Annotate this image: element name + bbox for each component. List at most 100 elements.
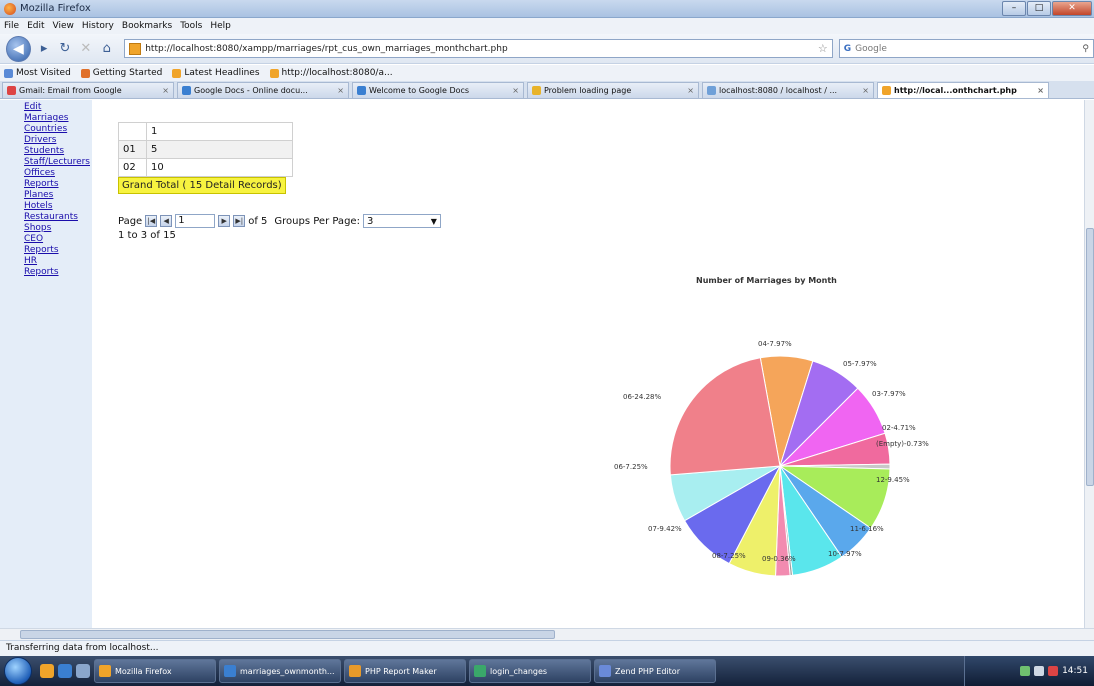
- menu-edit[interactable]: Edit: [27, 21, 44, 31]
- scroll-thumb[interactable]: [1086, 228, 1094, 486]
- sidebar-link-planes[interactable]: Planes: [24, 190, 92, 201]
- search-icon[interactable]: ⚲: [1082, 44, 1089, 54]
- sidebar-link-reports-3[interactable]: Reports: [24, 267, 92, 278]
- taskbar-login-changes[interactable]: login_changes: [469, 659, 591, 683]
- menu-bookmarks[interactable]: Bookmarks: [122, 21, 172, 31]
- close-tab-icon[interactable]: ×: [687, 86, 694, 95]
- close-tab-icon[interactable]: ×: [337, 86, 344, 95]
- url-bar[interactable]: http://localhost:8080/xampp/marriages/rp…: [124, 39, 833, 58]
- page-icon: [882, 86, 891, 95]
- pie-label: 10-7.97%: [828, 550, 862, 558]
- taskbar-marriages[interactable]: marriages_ownmonth...: [219, 659, 341, 683]
- menu-file[interactable]: File: [4, 21, 19, 31]
- sidebar-link-restaurants[interactable]: Restaurants: [24, 212, 92, 223]
- taskbar: Mozilla Firefox marriages_ownmonth... PH…: [0, 656, 1094, 686]
- sidebar-link-reports[interactable]: Reports: [24, 179, 92, 190]
- shield-icon[interactable]: [1048, 666, 1059, 676]
- vertical-scrollbar[interactable]: [1084, 100, 1094, 628]
- close-tab-icon[interactable]: ×: [162, 86, 169, 95]
- close-button[interactable]: ✕: [1052, 1, 1092, 16]
- sidebar-link-offices[interactable]: Offices: [24, 168, 92, 179]
- sidebar-link-students[interactable]: Students: [24, 146, 92, 157]
- taskbar-firefox[interactable]: Mozilla Firefox: [94, 659, 216, 683]
- bookmark-most-visited[interactable]: Most Visited: [4, 68, 71, 78]
- sidebar-link-staff[interactable]: Staff/Lecturers: [24, 157, 92, 168]
- close-tab-icon[interactable]: ×: [512, 86, 519, 95]
- menu-tools[interactable]: Tools: [180, 21, 202, 31]
- taskbar-zend[interactable]: Zend PHP Editor: [594, 659, 716, 683]
- forward-button[interactable]: ▸: [35, 39, 54, 59]
- bookmark-latest-headlines[interactable]: Latest Headlines: [172, 68, 260, 78]
- bookmark-star-icon[interactable]: ☆: [818, 42, 828, 55]
- menu-help[interactable]: Help: [210, 21, 231, 31]
- page-content: Edit Marriages Countries Drivers Student…: [0, 100, 1094, 628]
- per-page-select[interactable]: 3 ▼: [362, 214, 441, 228]
- tab-phpmyadmin[interactable]: localhost:8080 / localhost / ... ×: [702, 82, 874, 98]
- tab-google-docs[interactable]: Google Docs - Online docu... ×: [177, 82, 349, 98]
- chevron-down-icon: ▼: [430, 216, 437, 226]
- sidebar-link-drivers[interactable]: Drivers: [24, 135, 92, 146]
- taskbar-php-report-maker[interactable]: PHP Report Maker: [344, 659, 466, 683]
- window-controls: – □ ✕: [1002, 1, 1092, 16]
- page-label: Page: [118, 215, 143, 227]
- close-tab-icon[interactable]: ×: [862, 86, 869, 95]
- prev-page-button[interactable]: ◀: [160, 215, 173, 227]
- search-box[interactable]: G Google ⚲: [838, 39, 1094, 58]
- scroll-thumb[interactable]: [20, 630, 555, 639]
- tab-problem-loading[interactable]: Problem loading page ×: [527, 82, 699, 98]
- per-page-label: Groups Per Page:: [274, 215, 360, 227]
- sidebar-link-reports-2[interactable]: Reports: [24, 245, 92, 256]
- menu-view[interactable]: View: [53, 21, 74, 31]
- sidebar-link-hr[interactable]: HR: [24, 256, 92, 267]
- start-button[interactable]: [4, 657, 32, 685]
- sidebar-link-shops[interactable]: Shops: [24, 223, 92, 234]
- ie-quicklaunch-icon[interactable]: [58, 664, 72, 678]
- network-icon[interactable]: [1020, 666, 1031, 676]
- report-table: 1 01 5 02 10: [118, 122, 293, 177]
- sidebar-nav: Edit Marriages Countries Drivers Student…: [0, 100, 92, 628]
- menu-history[interactable]: History: [82, 21, 114, 31]
- show-desktop-icon[interactable]: [76, 664, 90, 678]
- next-page-button[interactable]: ▶: [218, 215, 231, 227]
- tab-welcome-docs[interactable]: Welcome to Google Docs ×: [352, 82, 524, 98]
- table-row: 1: [118, 122, 293, 141]
- first-page-button[interactable]: |◀: [145, 215, 158, 227]
- bookmark-icon: [4, 68, 13, 78]
- sidebar-link-countries[interactable]: Countries: [24, 124, 92, 135]
- tab-gmail[interactable]: Gmail: Email from Google ×: [2, 82, 174, 98]
- pie-chart: 04-7.97% 05-7.97% 03-7.97% 02-4.71% (Empty)-…: [614, 340, 929, 577]
- bookmarks-toolbar: Most Visited Getting Started Latest Head…: [0, 65, 1094, 81]
- sidebar-link-edit[interactable]: Edit: [24, 102, 92, 113]
- tab-monthchart[interactable]: http://local...onthchart.php ×: [877, 82, 1049, 98]
- report-icon: [349, 665, 361, 677]
- reload-button[interactable]: ↻: [56, 39, 75, 59]
- pie-label: 06-24.28%: [623, 393, 661, 401]
- table-cell: 02: [118, 158, 147, 177]
- bookmark-getting-started[interactable]: Getting Started: [80, 68, 162, 78]
- sidebar-link-marriages[interactable]: Marriages: [24, 113, 92, 124]
- stop-button[interactable]: ✕: [76, 39, 95, 59]
- table-cell: 1: [146, 122, 293, 141]
- page-input[interactable]: 1: [175, 214, 216, 228]
- bookmark-localhost[interactable]: http://localhost:8080/a...: [269, 68, 393, 78]
- pie-label: 02-4.71%: [882, 424, 916, 432]
- close-tab-icon[interactable]: ×: [1037, 86, 1044, 95]
- navigation-toolbar: ◀ ▸ ↻ ✕ ⌂ http://localhost:8080/xampp/ma…: [0, 34, 1094, 64]
- spreadsheet-icon: [474, 665, 486, 677]
- volume-icon[interactable]: [1034, 666, 1045, 676]
- sidebar-link-ceo[interactable]: CEO: [24, 234, 92, 245]
- pie-label: 11-6.16%: [850, 525, 884, 533]
- horizontal-scrollbar[interactable]: [0, 628, 1094, 640]
- system-tray: 14:51: [964, 656, 1094, 686]
- pie-label: 06-7.25%: [614, 463, 648, 471]
- chart-title: Number of Marriages by Month: [696, 276, 837, 285]
- maximize-button[interactable]: □: [1027, 1, 1051, 16]
- firefox-quicklaunch-icon[interactable]: [40, 664, 54, 678]
- sidebar-link-hotels[interactable]: Hotels: [24, 201, 92, 212]
- warning-icon: [532, 86, 541, 95]
- back-button[interactable]: ◀: [6, 35, 31, 62]
- site-icon: [129, 42, 142, 55]
- last-page-button[interactable]: ▶|: [233, 215, 246, 227]
- home-button[interactable]: ⌂: [97, 39, 116, 59]
- minimize-button[interactable]: –: [1002, 1, 1026, 16]
